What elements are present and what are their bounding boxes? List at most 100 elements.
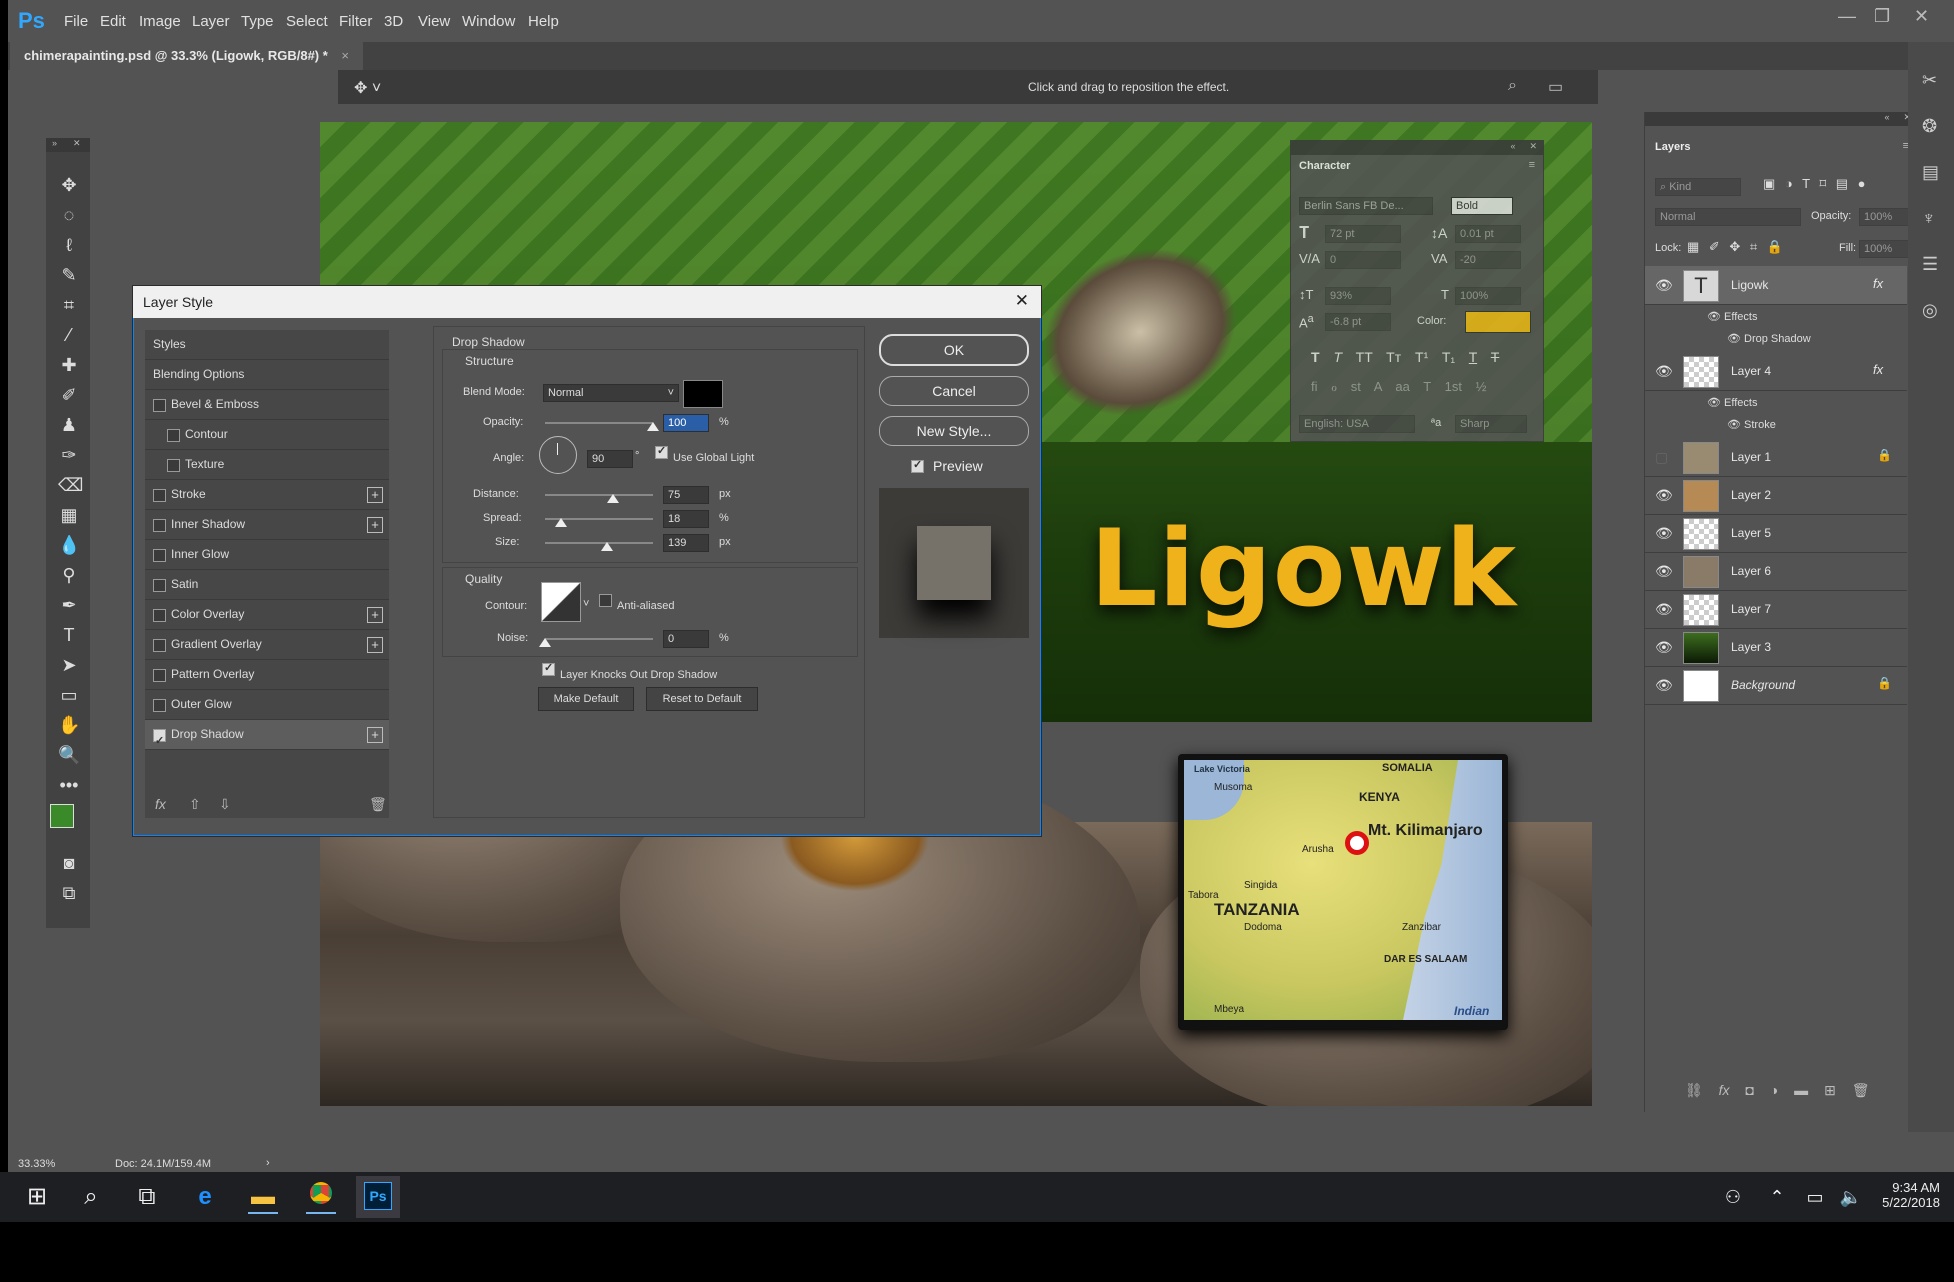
make-default-button[interactable]: Make Default [538,687,634,711]
fill-input[interactable]: 100% [1859,240,1909,258]
spread-input[interactable]: 18 [663,510,709,528]
vertical-scale-input[interactable]: 93% [1325,287,1391,305]
type-tool-icon[interactable]: T [58,624,80,646]
brush-presets-icon[interactable]: ♆ [1922,208,1936,229]
eyedropper-tool-icon[interactable]: ⁄ [58,324,80,346]
tools-icon[interactable]: ✂ [1922,70,1937,91]
style-checkbox[interactable] [153,699,166,712]
tray-chevron-icon[interactable]: ⌃ [1762,1182,1792,1212]
strikethrough-icon[interactable]: T [1491,349,1500,365]
character-tab[interactable]: Character [1291,155,1379,177]
add-style-icon[interactable]: fx [1719,1082,1730,1098]
volume-icon[interactable]: 🔈 [1836,1182,1866,1212]
faux-italic-icon[interactable]: T [1333,349,1342,365]
contour-dropdown-icon[interactable]: ˅ [583,598,589,610]
global-light-checkbox[interactable] [655,444,668,459]
add-effect-instance-icon[interactable]: + [367,487,383,503]
style-checkbox[interactable] [153,639,166,652]
old-style-icon[interactable]: ℴ [1331,379,1337,394]
add-effect-instance-icon[interactable]: + [367,637,383,653]
opacity-slider[interactable] [545,422,653,424]
noise-slider-knob[interactable] [539,638,551,647]
add-effect-instance-icon[interactable]: + [367,727,383,743]
effects-row[interactable]: 👁 Effects [1707,310,1757,323]
opacity-slider-knob[interactable] [647,422,659,431]
font-family-select[interactable]: Berlin Sans FB De... [1299,197,1433,215]
knockout-checkbox[interactable] [542,661,555,676]
search-icon[interactable]: ⌕ [1508,77,1517,95]
lasso-tool-icon[interactable]: ℓ [58,234,80,256]
blur-tool-icon[interactable]: 💧 [58,534,80,556]
eraser-tool-icon[interactable]: ⌫ [58,474,83,496]
preview-checkbox[interactable] [911,458,924,473]
visibility-eye-icon[interactable]: 👁 [1655,677,1673,694]
style-checkbox[interactable] [153,669,166,682]
brush-tool-icon[interactable]: ✐ [58,384,80,406]
style-item-blending-options[interactable]: Blending Options [145,360,389,390]
kerning-input[interactable]: 0 [1325,251,1401,269]
all-caps-icon[interactable]: TT [1356,349,1373,365]
stylistic-alternates-icon[interactable]: aa [1395,379,1409,394]
type-style-buttons[interactable]: T T TT Tт T¹ T₁ T T [1311,349,1531,365]
style-item-drop-shadow[interactable]: Drop Shadow + [145,720,389,756]
rectangle-tool-icon[interactable]: ▭ [58,684,80,706]
underline-icon[interactable]: T [1469,349,1477,365]
distance-slider-knob[interactable] [607,494,619,503]
marquee-tool-icon[interactable]: ◌ [58,204,80,226]
dialog-titlebar[interactable]: Layer Style ✕ [133,286,1041,318]
layer-name[interactable]: Layer 6 [1731,564,1771,578]
style-item-bevel-emboss[interactable]: Bevel & Emboss [145,390,389,420]
new-group-icon[interactable]: ▬ [1794,1082,1808,1098]
minimize-icon[interactable]: — [1838,6,1856,27]
layer-row-layer2[interactable]: 👁 Layer 2 [1645,476,1907,515]
window-close-icon[interactable]: ✕ [1914,6,1929,27]
network-icon[interactable]: ▭ [1800,1182,1830,1212]
style-item-styles[interactable]: Styles [145,330,389,360]
crop-tool-icon[interactable]: ⌗ [58,294,80,316]
channels-icon[interactable]: ◎ [1922,300,1938,321]
faux-bold-icon[interactable]: T [1311,349,1320,365]
shadow-color-swatch[interactable] [683,380,723,408]
visibility-eye-icon[interactable]: 👁 [1655,363,1673,380]
reset-default-button[interactable]: Reset to Default [646,687,758,711]
move-tool-preset-icon[interactable]: ✥ ˅ [354,78,381,98]
small-caps-icon[interactable]: Tт [1386,349,1401,365]
layer-row-ligowk[interactable]: 👁 T Ligowk fx [1645,266,1907,305]
style-item-contour[interactable]: Contour [145,420,389,450]
distance-input[interactable]: 75 [663,486,709,504]
character-panel-header[interactable]: «✕ [1291,141,1543,155]
style-item-color-overlay[interactable]: Color Overlay + [145,600,389,630]
size-slider-knob[interactable] [601,542,613,551]
antialias-select[interactable]: Sharp [1455,415,1527,433]
gradient-tool-icon[interactable]: ▦ [58,504,80,526]
layer-name[interactable]: Layer 3 [1731,640,1771,654]
file-explorer-icon[interactable]: ▬ [248,1182,278,1214]
angle-dial[interactable] [539,436,577,474]
style-item-outer-glow[interactable]: Outer Glow [145,690,389,720]
restore-icon[interactable]: ❐ [1874,6,1890,27]
style-checkbox[interactable] [153,579,166,592]
size-input[interactable]: 139 [663,534,709,552]
text-color-swatch[interactable] [1465,311,1531,333]
subscript-icon[interactable]: T₁ [1442,349,1455,365]
3d-icon[interactable]: ❂ [1922,116,1937,137]
quick-mask-icon[interactable]: ◙ [58,852,80,874]
fx-icon[interactable]: fx [1873,276,1883,291]
zoom-tool-icon[interactable]: 🔍 [58,744,80,766]
menu-edit[interactable]: Edit [100,13,126,30]
quick-select-tool-icon[interactable]: ✎ [58,264,80,286]
pen-tool-icon[interactable]: ✒ [58,594,80,616]
photoshop-taskbar-item[interactable]: Ps [356,1176,400,1218]
baseline-shift-input[interactable]: -6.8 pt [1325,313,1391,331]
document-tab-close-icon[interactable]: × [341,48,349,63]
style-item-pattern-overlay[interactable]: Pattern Overlay [145,660,389,690]
noise-input[interactable]: 0 [663,630,709,648]
contour-picker[interactable] [541,582,581,622]
dodge-tool-icon[interactable]: ⚲ [58,564,80,586]
dialog-close-icon[interactable]: ✕ [1015,291,1029,311]
titling-icon[interactable]: T [1423,379,1431,394]
zoom-level[interactable]: 33.33% [18,1158,55,1170]
style-checkbox[interactable] [153,609,166,622]
style-item-texture[interactable]: Texture [145,450,389,480]
new-style-button[interactable]: New Style... [879,416,1029,446]
